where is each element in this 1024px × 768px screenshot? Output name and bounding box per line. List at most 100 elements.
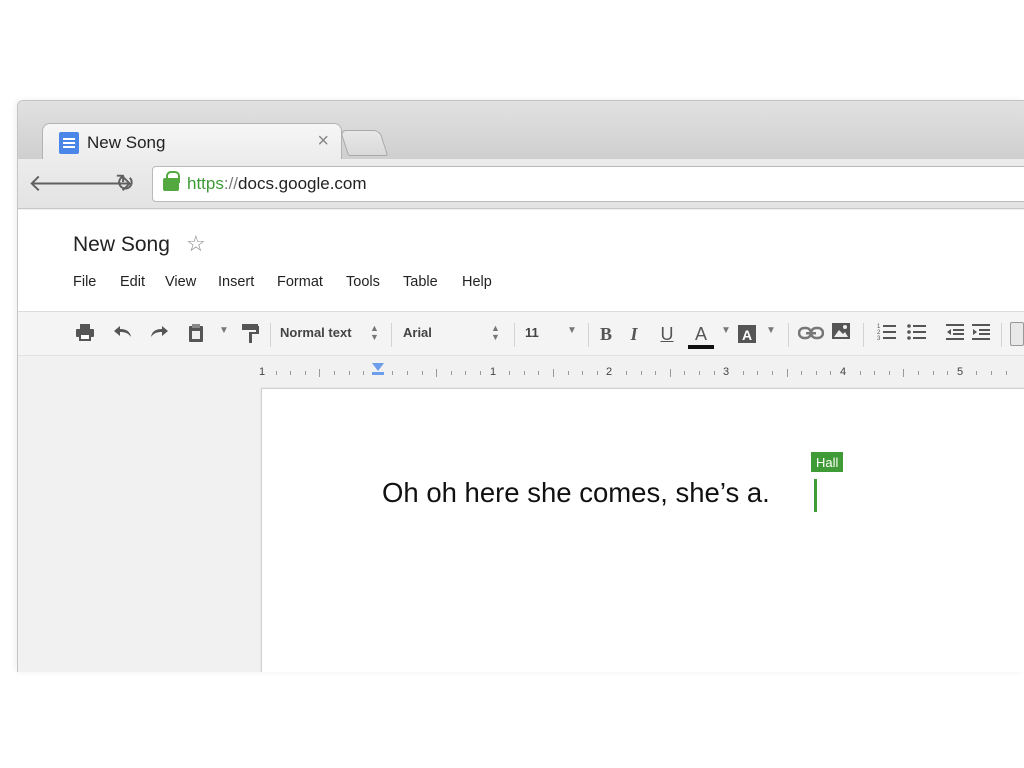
url-text: https://docs.google.com bbox=[187, 174, 367, 194]
ruler-label: 2 bbox=[606, 366, 613, 378]
ruler-tick bbox=[830, 371, 832, 375]
link-icon[interactable] bbox=[797, 322, 825, 346]
toolbar-divider bbox=[391, 323, 392, 347]
font-select[interactable]: Arial bbox=[403, 325, 432, 340]
ruler-tick bbox=[786, 369, 788, 377]
style-select[interactable]: Normal text bbox=[280, 325, 352, 340]
text-color-button[interactable]: A bbox=[688, 322, 714, 349]
decrease-indent-icon[interactable] bbox=[944, 322, 966, 346]
ruler-tick bbox=[523, 371, 525, 375]
font-size-select[interactable]: 11 bbox=[525, 325, 539, 340]
ruler-tick bbox=[465, 371, 467, 375]
text-color-chevron-icon[interactable]: ▼ bbox=[721, 325, 731, 336]
highlight-color-button[interactable]: A bbox=[736, 322, 758, 346]
ruler-tick bbox=[290, 371, 292, 375]
google-docs-icon bbox=[59, 132, 79, 154]
document-body-text[interactable]: Oh oh here she comes, she’s a. bbox=[382, 477, 770, 509]
ruler-tick bbox=[976, 371, 978, 375]
undo-icon[interactable] bbox=[110, 322, 134, 346]
ruler-tick bbox=[509, 371, 511, 375]
close-icon[interactable]: × bbox=[317, 130, 329, 153]
underline-button[interactable]: U bbox=[656, 322, 678, 346]
ruler-label: 1 bbox=[259, 366, 266, 378]
toolbar-divider bbox=[588, 323, 589, 347]
ruler-tick bbox=[713, 371, 715, 375]
menu-file[interactable]: File bbox=[73, 274, 96, 290]
style-select-arrows-icon[interactable]: ▲ ▼ bbox=[370, 324, 379, 342]
ruler-tick bbox=[480, 371, 481, 375]
ruler-tick bbox=[640, 371, 642, 375]
ruler-tick bbox=[334, 371, 335, 375]
ruler-tick bbox=[655, 371, 657, 375]
ruler-tick bbox=[275, 371, 277, 375]
menu-tools[interactable]: Tools bbox=[346, 274, 380, 290]
collaborator-cursor bbox=[814, 479, 817, 512]
menu-view[interactable]: View bbox=[165, 274, 196, 290]
ruler-tick bbox=[772, 371, 773, 375]
numbered-list-icon[interactable]: 123 bbox=[876, 322, 898, 346]
tab-title: New Song bbox=[87, 133, 166, 152]
docs-app: New Song ☆ File Edit View Insert Format … bbox=[18, 210, 1024, 672]
lock-icon bbox=[163, 171, 180, 191]
ruler-tick bbox=[1005, 371, 1007, 375]
ruler-tick bbox=[888, 371, 890, 375]
paste-dropdown-chevron-icon[interactable]: ▼ bbox=[219, 325, 229, 336]
star-icon[interactable]: ☆ bbox=[186, 231, 206, 257]
first-line-indent-marker[interactable] bbox=[372, 363, 384, 371]
ruler-tick bbox=[348, 371, 350, 375]
ruler-tick bbox=[742, 371, 744, 375]
print-icon[interactable] bbox=[73, 322, 97, 346]
ruler-tick bbox=[450, 371, 452, 375]
document-title[interactable]: New Song bbox=[73, 233, 170, 257]
toolbar-divider bbox=[788, 323, 789, 347]
ruler-label: 1 bbox=[490, 366, 497, 378]
menu-table[interactable]: Table bbox=[403, 274, 438, 290]
back-arrow-icon[interactable]: 🡐 bbox=[28, 170, 92, 198]
ruler-tick bbox=[859, 371, 861, 375]
formatting-toolbar: ▼ Normal text ▲ ▼ Arial ▲ ▼ 11 ▼ B I U A ▼ bbox=[18, 311, 1024, 356]
redo-icon[interactable] bbox=[148, 322, 172, 346]
text-color-swatch bbox=[688, 345, 714, 349]
ruler-tick bbox=[567, 371, 569, 375]
italic-button[interactable]: I bbox=[623, 322, 645, 346]
browser-tab[interactable]: New Song × bbox=[42, 123, 342, 161]
left-indent-marker[interactable] bbox=[372, 372, 384, 375]
bold-button[interactable]: B bbox=[595, 322, 617, 346]
ruler-tick bbox=[392, 371, 394, 375]
address-bar[interactable]: https://docs.google.com bbox=[152, 166, 1024, 202]
ruler-tick bbox=[801, 371, 803, 375]
ruler-label: 5 bbox=[957, 366, 964, 378]
browser-toolbar: 🡐 🡒 ↻ https://docs.google.com bbox=[18, 159, 1024, 209]
ruler-tick bbox=[363, 371, 365, 375]
insert-image-icon[interactable] bbox=[830, 322, 852, 346]
browser-window: New Song × 🡐 🡒 ↻ https://docs.google.com… bbox=[17, 100, 1024, 672]
ruler-tick bbox=[596, 371, 598, 375]
menu-insert[interactable]: Insert bbox=[218, 274, 254, 290]
menu-edit[interactable]: Edit bbox=[120, 274, 145, 290]
ruler-tick bbox=[815, 371, 817, 375]
bulleted-list-icon[interactable] bbox=[906, 322, 928, 346]
increase-indent-icon[interactable] bbox=[970, 322, 992, 346]
ruler[interactable]: 1 1 2 3 4 5 bbox=[259, 362, 1024, 382]
collaborator-name-flag: Hall bbox=[811, 452, 844, 472]
new-tab-button[interactable] bbox=[339, 130, 389, 156]
paint-format-icon[interactable] bbox=[238, 322, 262, 346]
url-host: docs.google.com bbox=[238, 174, 367, 193]
menu-format[interactable]: Format bbox=[277, 274, 323, 290]
align-button[interactable] bbox=[1010, 322, 1024, 346]
ruler-tick bbox=[903, 369, 905, 377]
ruler-label: 4 bbox=[840, 366, 847, 378]
clipboard-icon[interactable] bbox=[184, 322, 208, 346]
ruler-tick bbox=[874, 371, 876, 375]
ruler-tick bbox=[421, 371, 423, 375]
font-select-arrows-icon[interactable]: ▲ ▼ bbox=[491, 324, 500, 342]
ruler-tick bbox=[582, 371, 584, 375]
font-size-chevron-icon[interactable]: ▼ bbox=[567, 325, 577, 336]
document-page[interactable]: Oh oh here she comes, she’s a. Hall bbox=[261, 388, 1024, 672]
ruler-tick bbox=[918, 371, 919, 375]
ruler-tick bbox=[319, 369, 321, 377]
reload-icon[interactable]: ↻ bbox=[111, 170, 139, 198]
highlight-color-chevron-icon[interactable]: ▼ bbox=[766, 325, 776, 336]
forward-arrow-icon[interactable]: 🡒 bbox=[69, 170, 133, 198]
menu-help[interactable]: Help bbox=[462, 274, 492, 290]
